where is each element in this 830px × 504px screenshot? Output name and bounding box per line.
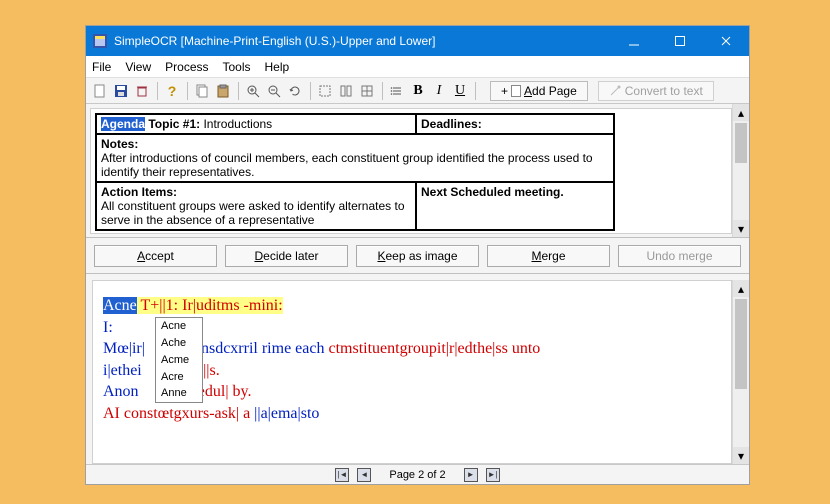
convert-button: Convert to text	[598, 81, 714, 101]
help-icon[interactable]: ?	[162, 81, 182, 101]
keep-image-button[interactable]: Keep as image	[356, 245, 479, 267]
doc-topic-label: Topic #1:	[145, 117, 203, 131]
table-icon[interactable]	[357, 81, 377, 101]
scroll-up-icon[interactable]: ▴	[733, 104, 749, 121]
underline-icon[interactable]: U	[450, 81, 470, 101]
menu-bar: File View Process Tools Help	[86, 56, 749, 78]
suggestion-dropdown[interactable]: Acne Ache Acme Acre Anne	[155, 317, 203, 403]
suggestion-item[interactable]: Acne	[156, 318, 202, 335]
ocr-text: nsdcxrril rime each	[201, 340, 329, 357]
wand-icon	[609, 85, 621, 97]
source-pane: Agenda Topic #1: Introductions Deadlines…	[86, 104, 749, 238]
ocr-text: i|ethei	[103, 362, 142, 379]
menu-help[interactable]: Help	[265, 60, 290, 74]
window-title: SimpleOCR [Machine-Print-English (U.S.)-…	[114, 34, 611, 48]
list-icon[interactable]	[387, 81, 407, 101]
ocr-text: AI constœtgxurs-ask| a	[103, 405, 254, 422]
doc-topic-value: Introductions	[203, 117, 272, 131]
page-indicator: Page 2 of 2	[389, 469, 445, 481]
title-bar[interactable]: SimpleOCR [Machine-Print-English (U.S.)-…	[86, 26, 749, 56]
italic-icon[interactable]: I	[429, 81, 449, 101]
doc-next-label: Next Scheduled meeting.	[421, 185, 564, 199]
menu-file[interactable]: File	[92, 60, 111, 74]
add-page-plus: +	[501, 84, 508, 98]
menu-tools[interactable]: Tools	[223, 60, 251, 74]
scroll-down-icon[interactable]: ▾	[733, 220, 749, 237]
bold-icon[interactable]: B	[408, 81, 428, 101]
ocr-scrollbar[interactable]: ▴ ▾	[732, 280, 749, 464]
undo-merge-button: Undo merge	[618, 245, 741, 267]
page-icon	[511, 85, 521, 97]
ocr-selected-word[interactable]: Acne	[103, 297, 137, 314]
maximize-button[interactable]	[657, 26, 703, 56]
save-icon[interactable]	[111, 81, 131, 101]
accept-button[interactable]: Accept	[94, 245, 217, 267]
doc-deadlines-label: Deadlines:	[421, 117, 482, 131]
scroll-thumb[interactable]	[735, 123, 747, 163]
toolbar: ? B I U + Add Page Convert to text	[86, 78, 749, 104]
decide-later-button[interactable]: Decide later	[225, 245, 348, 267]
zoom-out-icon[interactable]	[264, 81, 284, 101]
ocr-text: T+||1: Ir|uditms -mini:	[137, 297, 283, 314]
menu-process[interactable]: Process	[165, 60, 208, 74]
merge-button[interactable]: Merge	[487, 245, 610, 267]
add-page-button[interactable]: + Add Page	[490, 81, 588, 101]
last-page-button[interactable]: ►|	[486, 468, 500, 482]
suggestion-item[interactable]: Acme	[156, 352, 202, 369]
doc-table: Agenda Topic #1: Introductions Deadlines…	[95, 113, 615, 231]
menu-view[interactable]: View	[125, 60, 151, 74]
close-button[interactable]	[703, 26, 749, 56]
column-icon[interactable]	[336, 81, 356, 101]
action-row: Accept Decide later Keep as image Merge …	[86, 238, 749, 274]
ocr-text: Anon	[103, 383, 139, 400]
suggestion-item[interactable]: Anne	[156, 385, 202, 402]
region-icon[interactable]	[315, 81, 335, 101]
suggestion-item[interactable]: Ache	[156, 335, 202, 352]
scroll-up-icon[interactable]: ▴	[733, 280, 749, 297]
next-page-button[interactable]: ►	[464, 468, 478, 482]
new-icon[interactable]	[90, 81, 110, 101]
doc-action-body: All constituent groups were asked to ide…	[101, 199, 405, 227]
copy-icon[interactable]	[192, 81, 212, 101]
doc-notes-body: After introductions of council members, …	[101, 151, 593, 179]
source-document[interactable]: Agenda Topic #1: Introductions Deadlines…	[90, 108, 732, 234]
source-scrollbar[interactable]: ▴ ▾	[732, 104, 749, 237]
scroll-thumb[interactable]	[735, 299, 747, 389]
minimize-button[interactable]	[611, 26, 657, 56]
doc-notes-label: Notes:	[101, 137, 138, 151]
ocr-text: |edul| by.	[195, 383, 252, 400]
doc-agenda-label: Agenda	[101, 117, 145, 131]
rotate-icon[interactable]	[285, 81, 305, 101]
prev-page-button[interactable]: ◄	[357, 468, 371, 482]
ocr-text: ||a|ema|sto	[254, 405, 319, 422]
ocr-pane: Acne T+||1: Ir|uditms -mini: I: Mœ|ir| n…	[86, 274, 749, 464]
ocr-text: ctmstituentgroupit|r|edthe|ss unto	[328, 340, 540, 357]
suggestion-item[interactable]: Acre	[156, 369, 202, 386]
first-page-button[interactable]: |◄	[335, 468, 349, 482]
doc-action-label: Action Items:	[101, 185, 177, 199]
ocr-text: Mœ|ir|	[103, 340, 145, 357]
app-window: SimpleOCR [Machine-Print-English (U.S.)-…	[85, 25, 750, 485]
app-icon	[92, 33, 108, 49]
status-bar: |◄ ◄ Page 2 of 2 ► ►|	[86, 464, 749, 484]
paste-icon[interactable]	[213, 81, 233, 101]
ocr-text-area[interactable]: Acne T+||1: Ir|uditms -mini: I: Mœ|ir| n…	[92, 280, 732, 464]
zoom-in-icon[interactable]	[243, 81, 263, 101]
delete-icon[interactable]	[132, 81, 152, 101]
scroll-down-icon[interactable]: ▾	[733, 447, 749, 464]
